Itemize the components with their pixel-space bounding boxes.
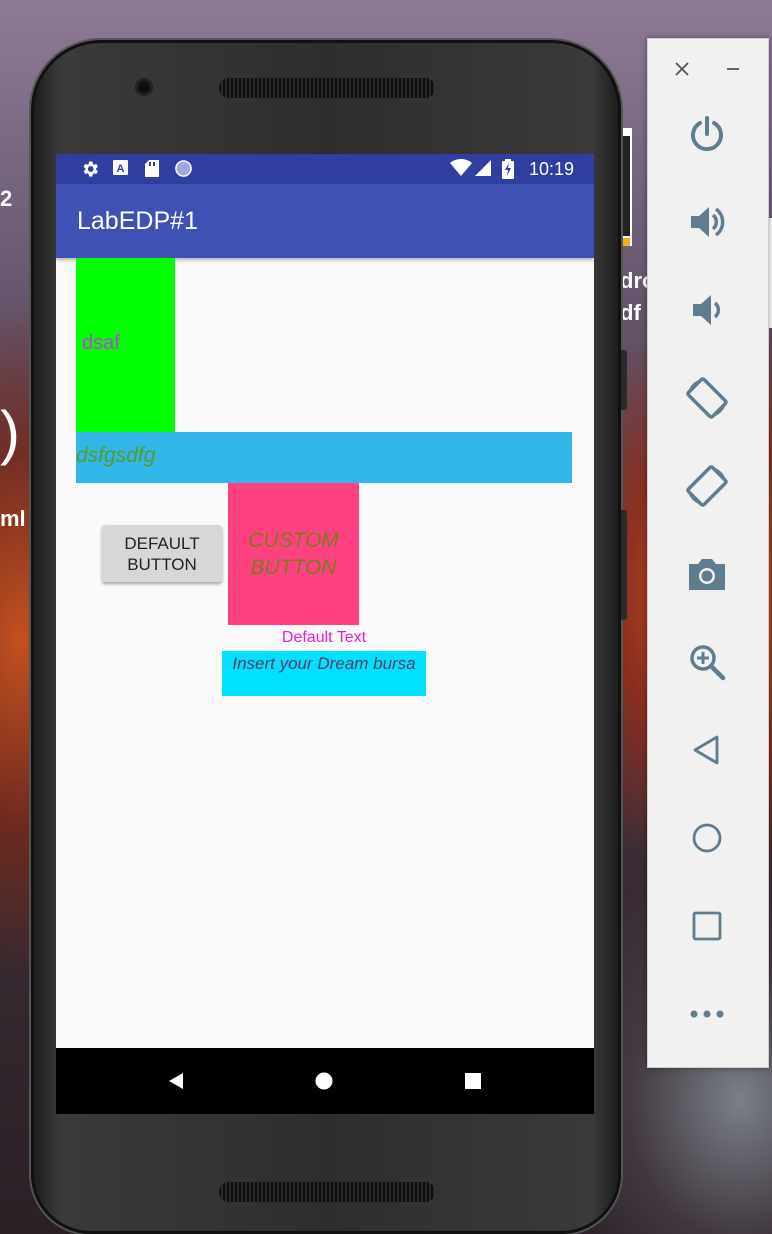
recents-icon[interactable] — [458, 1066, 488, 1096]
rotate-right-icon[interactable] — [678, 457, 736, 515]
blue-text-label: dsfgsdfg — [76, 444, 156, 467]
bottom-speaker — [219, 1182, 435, 1202]
desktop-text-fragment: ml — [0, 506, 26, 531]
home-icon[interactable] — [678, 809, 736, 867]
back-icon[interactable] — [678, 721, 736, 779]
circle-icon — [174, 159, 193, 184]
dream-input-text: Insert your Dream bursa — [232, 654, 416, 673]
more-icon[interactable] — [678, 985, 736, 1043]
status-time: 10:19 — [528, 159, 574, 179]
app-toolbar: LabEDP#1 — [56, 184, 594, 258]
navigation-bar — [56, 1048, 594, 1114]
volume-down-icon[interactable] — [678, 281, 736, 339]
svg-text:A: A — [117, 163, 125, 175]
desktop-text-fragment: 2 — [0, 186, 13, 211]
back-icon[interactable] — [161, 1066, 191, 1096]
settings-icon — [80, 159, 100, 185]
top-speaker — [219, 78, 435, 98]
overview-icon[interactable] — [678, 897, 736, 955]
green-text-view: dsaf — [76, 258, 175, 432]
power-icon[interactable] — [678, 105, 736, 163]
default-text-view: Default Text — [281, 629, 367, 646]
default-button-label: DEFAULT BUTTON — [124, 533, 200, 574]
home-icon[interactable] — [309, 1066, 339, 1096]
sd-card-icon — [144, 159, 160, 184]
wifi-icon — [450, 158, 472, 183]
power-side-button[interactable] — [621, 350, 627, 410]
custom-button-label: CUSTOM BUTTON — [248, 529, 339, 579]
blue-text-view: dsfgsdfg — [76, 432, 572, 483]
accessibility-icon: A — [112, 159, 129, 182]
dream-input-field[interactable]: Insert your Dream bursa — [222, 651, 426, 696]
close-icon[interactable] — [670, 57, 694, 81]
rotate-left-icon[interactable] — [678, 369, 736, 427]
default-button[interactable]: DEFAULT BUTTON — [102, 525, 222, 582]
desktop-text-fragment: df — [620, 300, 641, 325]
volume-side-button[interactable] — [621, 510, 627, 620]
front-camera — [135, 78, 153, 96]
signal-icon — [474, 159, 492, 183]
emulator-toolbar — [647, 38, 769, 1068]
status-bar: A 10:19 — [56, 154, 594, 184]
green-text-label: dsaf — [82, 332, 120, 354]
custom-button[interactable]: CUSTOM BUTTON — [228, 483, 359, 625]
battery-charging-icon — [502, 159, 514, 185]
minimize-icon[interactable] — [721, 57, 745, 81]
desktop-text-fragment: ) — [0, 399, 20, 466]
zoom-icon[interactable] — [678, 633, 736, 691]
volume-up-icon[interactable] — [678, 193, 736, 251]
app-title: LabEDP#1 — [77, 207, 198, 235]
device-screen: A 10:19 LabEDP#1 dsaf dsfgsdfg DEFAULT B… — [56, 154, 594, 1114]
camera-icon[interactable] — [678, 545, 736, 603]
